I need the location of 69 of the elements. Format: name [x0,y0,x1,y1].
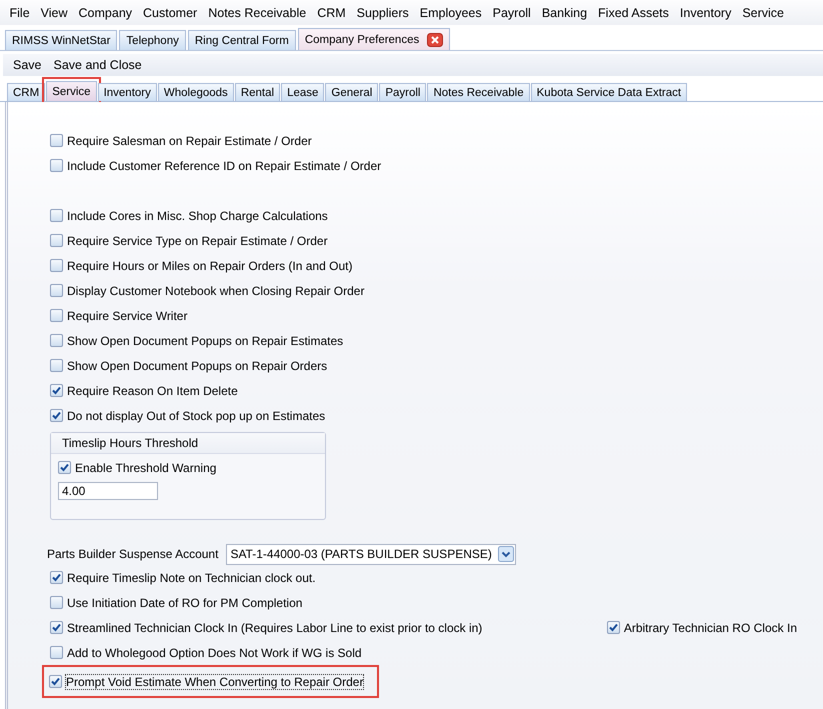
toolbar-button[interactable]: Save [7,58,48,72]
option-label: Include Cores in Misc. Shop Charge Calculations [67,208,328,222]
menu-item[interactable]: File [4,6,36,20]
checkbox[interactable] [50,334,63,347]
option-label: Do not display Out of Stock pop up on Estimates [67,408,326,422]
menu-item[interactable]: Inventory [674,6,737,20]
option-label: Require Salesman on Repair Estimate / Order [67,134,312,148]
checkbox[interactable] [50,209,63,222]
menu-item[interactable]: Banking [536,6,593,20]
option-label: Enable Threshold Warning [75,460,216,474]
close-icon[interactable] [427,32,444,46]
menu-item[interactable]: Payroll [487,6,536,20]
checkbox[interactable] [50,384,63,397]
menu-item[interactable]: View [35,6,74,20]
option-label: Include Customer Reference ID on Repair Estimate / Order [67,158,382,172]
preference-tab[interactable]: General [325,83,378,101]
toolbar-button[interactable]: Save and Close [48,58,148,72]
checkbox[interactable] [50,159,63,172]
document-tab[interactable]: Company Preferences [298,28,450,50]
checkbox[interactable] [50,646,63,659]
menu-item[interactable]: Customer [138,6,203,20]
document-tab[interactable]: RIMSS WinNetStar [5,30,118,50]
option-label: Require Service Type on Repair Estimate / Order [67,234,328,248]
preference-tab[interactable]: Kubota Service Data Extract [530,83,688,101]
option-label: Show Open Document Popups on Repair Estimates [67,334,344,348]
menu-item[interactable]: Company [73,6,138,20]
preference-tab[interactable]: Payroll [379,83,426,101]
document-tab[interactable]: Telephony [119,30,186,50]
menu-item[interactable]: Service [736,6,790,20]
option-label: Require Reason On Item Delete [67,384,238,398]
preference-tab[interactable]: Inventory [98,83,157,101]
preference-tab[interactable]: Rental [234,83,280,101]
option-label: Add to Wholegood Option Does Not Work if WG is Sold [67,646,362,660]
preference-tab[interactable]: Lease [281,83,324,101]
menu-item[interactable]: Notes Receivable [202,6,312,20]
checkbox[interactable] [50,621,63,634]
menu-item[interactable]: Fixed Assets [592,6,674,20]
option-label: Display Customer Notebook when Closing Repair Order [67,284,364,298]
option-label: Require Service Writer [67,308,188,322]
checkbox[interactable] [50,596,63,609]
option-label: Arbitrary Technician RO Clock In [624,620,797,634]
group-title: Timeslip Hours Threshold [51,433,325,454]
checkbox[interactable] [50,234,63,247]
checkbox[interactable] [606,621,620,634]
account-dropdown[interactable]: SAT-1-44000-03 (PARTS BUILDER SUSPENSE) [226,544,516,564]
field-label: Parts Builder Suspense Account [47,547,218,561]
checkbox[interactable] [50,409,63,422]
threshold-input[interactable]: 4.00 [58,482,158,500]
checkbox[interactable] [50,259,63,272]
preference-tab[interactable]: CRM [7,83,46,101]
document-tab[interactable]: Ring Central Form [188,30,296,50]
menu-item[interactable]: Suppliers [351,6,414,20]
checkbox[interactable] [50,359,63,372]
checkbox[interactable] [58,461,71,474]
option-label: Require Hours or Miles on Repair Orders (In and Out) [67,258,352,272]
checkbox[interactable] [50,134,63,147]
preference-tab[interactable]: Notes Receivable [427,83,530,101]
checkbox[interactable] [50,571,63,584]
option-label: Require Timeslip Note on Technician clock out. [67,570,316,584]
checkbox[interactable] [50,309,63,322]
option-label: Show Open Document Popups on Repair Orders [67,358,328,372]
option-label: Prompt Void Estimate When Converting to Repair Order [66,674,364,688]
checkbox[interactable] [50,284,63,297]
menu-item[interactable]: CRM [312,6,352,20]
option-label: Use Initiation Date of RO for PM Completion [67,596,302,610]
menu-item[interactable]: Employees [414,6,488,20]
preference-tab[interactable]: Wholegoods [158,83,234,101]
option-label: Streamlined Technician Clock In (Requires Labor Line to exist prior to clock in) [67,620,482,634]
checkbox[interactable] [49,675,62,688]
